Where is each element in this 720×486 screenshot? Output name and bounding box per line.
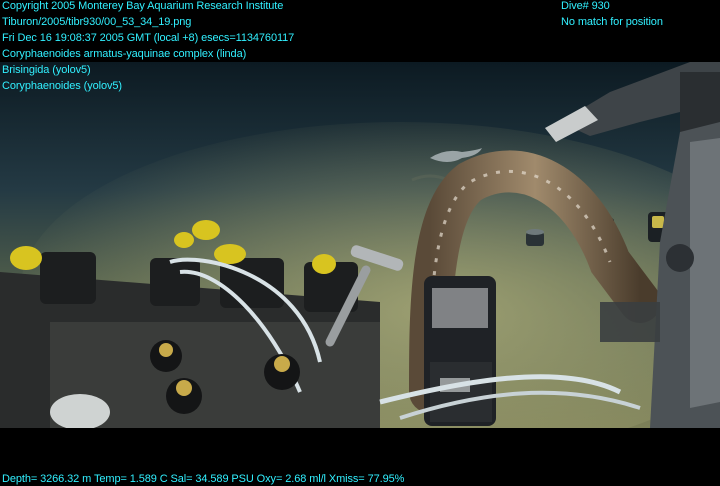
annotation-line-1: Coryphaenoides armatus-yaquinae complex …: [2, 48, 247, 60]
seafloor-scene: [0, 62, 720, 428]
video-frame: Copyright 2005 Monterey Bay Aquarium Res…: [0, 0, 720, 486]
timestamp-line: Fri Dec 16 19:08:37 2005 GMT (local +8) …: [2, 32, 295, 44]
dive-number: Dive# 930: [561, 0, 610, 12]
annotation-line-3: Coryphaenoides (yolov5): [2, 80, 122, 92]
position-status: No match for position: [561, 16, 663, 28]
sensor-readout: Depth= 3266.32 m Temp= 1.589 C Sal= 34.5…: [2, 473, 405, 485]
annotation-line-2: Brisingida (yolov5): [2, 64, 91, 76]
image-path-line: Tiburon/2005/tibr930/00_53_34_19.png: [2, 16, 192, 28]
copyright-line: Copyright 2005 Monterey Bay Aquarium Res…: [2, 0, 284, 12]
